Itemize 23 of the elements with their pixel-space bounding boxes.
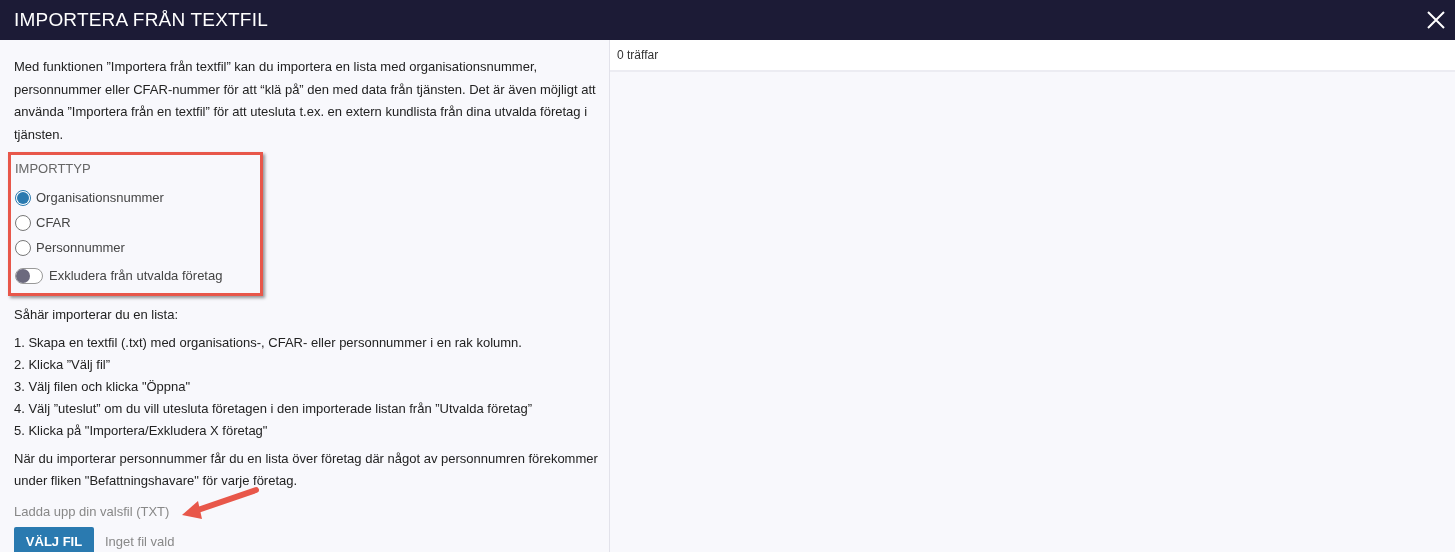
file-status: Inget fil vald bbox=[105, 534, 175, 549]
radio-label[interactable]: Organisationsnummer bbox=[36, 190, 164, 205]
instruction-step: 5. Klicka på "Importera/Exkludera X företag" bbox=[14, 420, 595, 442]
radio-label[interactable]: Personnummer bbox=[36, 240, 125, 255]
results-count: 0 träffar bbox=[617, 48, 659, 62]
choose-file-button[interactable]: VÄLJ FIL bbox=[14, 527, 94, 552]
instruction-step: 2. Klicka ”Välj fil” bbox=[14, 354, 595, 376]
section-label: IMPORTTYP bbox=[15, 161, 92, 176]
note-text: När du importerar personnummer får du en lista över företag där något av personnumren förekommer under fliken "Befattningshavare" för varje företag. bbox=[14, 450, 599, 490]
radio-button[interactable] bbox=[15, 189, 31, 206]
instructions-heading: Såhär importerar du en lista: bbox=[14, 306, 180, 324]
upload-label: Ladda upp din valsfil (TXT) bbox=[14, 503, 170, 521]
radio-button[interactable] bbox=[15, 214, 31, 231]
window-title: IMPORTERA FRÅN TEXTFIL bbox=[14, 9, 268, 31]
close-icon[interactable] bbox=[1427, 11, 1445, 29]
instruction-step: 3. Välj filen och klicka "Öppna" bbox=[14, 376, 595, 398]
toggle-switch[interactable] bbox=[15, 267, 43, 284]
instruction-step: 1. Skapa en textfil (.txt) med organisations-, CFAR- eller personnummer i en rak kolumn. bbox=[14, 332, 595, 354]
toggle-label[interactable]: Exkludera från utvalda företag bbox=[49, 268, 223, 283]
intro-text: Med funktionen ”Importera från textfil” kan du importera en lista med organisationsnummer, personnummer eller CFAR-nummer för att “klä på” den med data från tjänsten. Det är även möjligt att använda ”Importera från en textfil” för att utesluta t.ex. en extern kundlista från dina utvalda företag i tjänsten. bbox=[14, 58, 597, 144]
radio-button[interactable] bbox=[15, 239, 31, 256]
radio-label[interactable]: CFAR bbox=[36, 215, 71, 230]
instruction-step: 4. Välj ”uteslut” om du vill utesluta företagen i den importerade listan från ”Utvalda företag” bbox=[14, 398, 595, 420]
